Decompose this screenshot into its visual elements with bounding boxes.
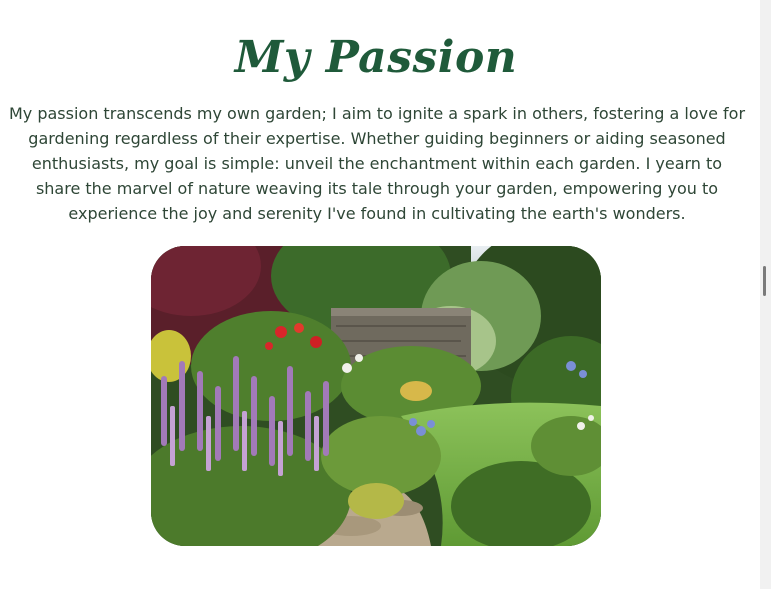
page: My Passion My passion transcends my own …: [0, 0, 771, 589]
section-title: My Passion: [234, 32, 518, 83]
scrollbar[interactable]: [760, 0, 771, 589]
scrollbar-thumb[interactable]: [763, 266, 766, 296]
passion-section: My Passion My passion transcends my own …: [0, 0, 760, 589]
garden-photo: [151, 246, 601, 546]
garden-illustration: [151, 246, 601, 546]
section-paragraph: My passion transcends my own garden; I a…: [8, 104, 746, 223]
